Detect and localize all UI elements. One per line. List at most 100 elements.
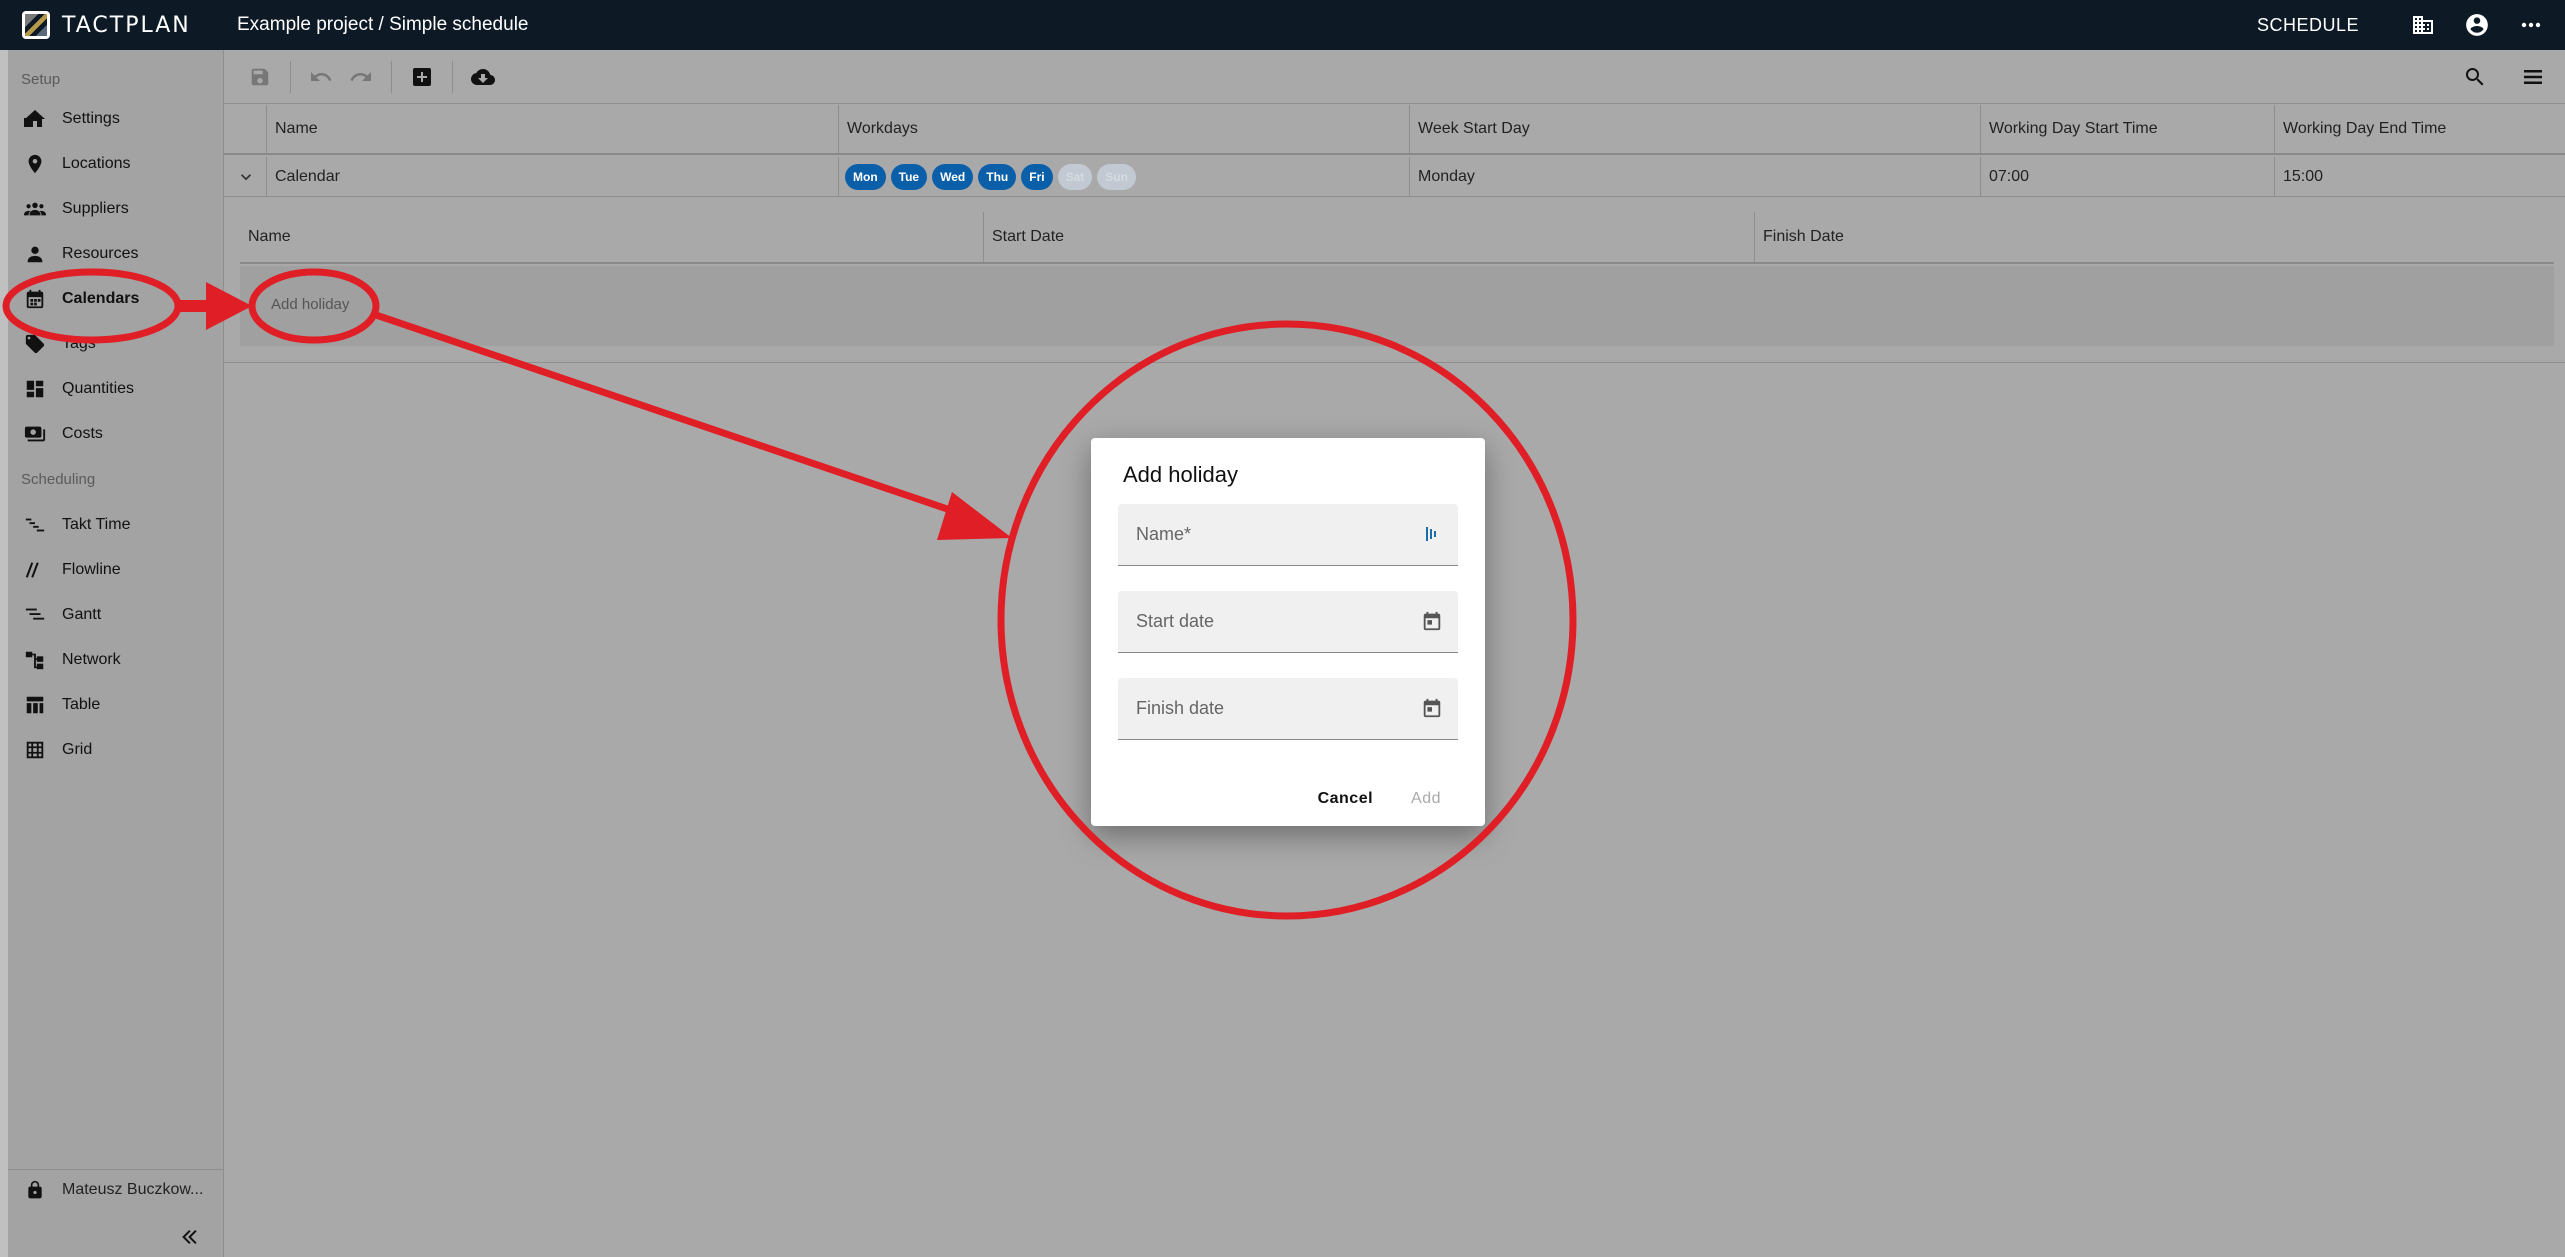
project-breadcrumb[interactable]: Example project / Simple schedule xyxy=(237,14,528,36)
calendar-picker-icon[interactable] xyxy=(1420,696,1444,720)
sidebar-item-quantities[interactable]: Quantities xyxy=(8,366,223,411)
end-time-value[interactable]: 15:00 xyxy=(2274,157,2565,196)
column-header-workdays[interactable]: Workdays xyxy=(838,105,1409,153)
takt-icon xyxy=(22,512,48,538)
more-horizontal-icon[interactable] xyxy=(2511,5,2551,45)
column-header-name[interactable]: Name xyxy=(266,105,838,153)
cancel-button[interactable]: Cancel xyxy=(1318,790,1373,808)
cloud-download-icon[interactable] xyxy=(463,57,503,97)
account-circle-icon[interactable] xyxy=(2457,5,2497,45)
workday-wed[interactable]: Wed xyxy=(932,163,974,190)
sidebar-item-label: Flowline xyxy=(62,560,121,578)
sidebar-item-table[interactable]: Table xyxy=(8,682,223,727)
sidebar-item-label: Costs xyxy=(62,424,103,442)
workday-tue[interactable]: Tue xyxy=(890,163,928,190)
workday-sun[interactable]: Sun xyxy=(1097,163,1136,190)
collapse-sidebar-icon[interactable] xyxy=(173,1219,209,1255)
start-date-field[interactable]: Start date xyxy=(1118,591,1458,653)
week-start-value[interactable]: Monday xyxy=(1409,157,1980,196)
grid-icon xyxy=(22,737,48,763)
undo-icon[interactable] xyxy=(301,57,341,97)
sidebar-section-scheduling: Scheduling xyxy=(21,470,96,488)
toolbar xyxy=(224,50,2565,104)
network-icon xyxy=(22,647,48,673)
sidebar-item-gantt[interactable]: Gantt xyxy=(8,592,223,637)
sidebar-item-suppliers[interactable]: Suppliers xyxy=(8,186,223,231)
calendar-name[interactable]: Calendar xyxy=(266,157,838,196)
column-header-end-time[interactable]: Working Day End Time xyxy=(2274,105,2565,153)
gantt-icon xyxy=(22,602,48,628)
holiday-table-header: Name Start Date Finish Date xyxy=(240,212,2554,264)
group-icon xyxy=(22,196,48,222)
workday-thu[interactable]: Thu xyxy=(978,163,1017,190)
start-time-value[interactable]: 07:00 xyxy=(1980,157,2274,196)
sidebar-item-locations[interactable]: Locations xyxy=(8,141,223,186)
window-edge xyxy=(0,50,8,1257)
workdays-cell: Mon Tue Wed Thu Fri Sat Sun xyxy=(838,157,1409,196)
sidebar-item-label: Resources xyxy=(62,244,139,262)
table-row[interactable]: Calendar Mon Tue Wed Thu Fri Sat Sun Mon… xyxy=(224,157,2565,197)
holiday-add-row: Add holiday xyxy=(240,266,2554,346)
holiday-name-field[interactable]: Name* xyxy=(1118,504,1458,566)
calendar-icon xyxy=(22,286,48,312)
column-header-start-time[interactable]: Working Day Start Time xyxy=(1980,105,2274,153)
sidebar-item-label: Settings xyxy=(62,109,120,127)
toolbar-divider xyxy=(290,60,291,93)
flowline-icon xyxy=(22,557,48,583)
app-header: TACTPLAN Example project / Simple schedu… xyxy=(0,0,2565,50)
sidebar-item-takt-time[interactable]: Takt Time xyxy=(8,502,223,547)
start-date-placeholder: Start date xyxy=(1136,611,1215,631)
sidebar-item-grid[interactable]: Grid xyxy=(8,727,223,772)
workday-mon[interactable]: Mon xyxy=(845,163,886,190)
sidebar-item-label: Table xyxy=(62,695,101,713)
user-account-row[interactable]: Mateusz Buczkow... xyxy=(8,1169,223,1209)
calendar-table-header: Name Workdays Week Start Day Working Day… xyxy=(224,105,2565,155)
autofill-icon[interactable] xyxy=(1420,522,1444,546)
sidebar-item-flowline[interactable]: Flowline xyxy=(8,547,223,592)
redo-icon[interactable] xyxy=(341,57,381,97)
sidebar-item-label: Quantities xyxy=(62,379,135,397)
toolbar-divider xyxy=(391,60,392,93)
table-icon xyxy=(22,692,48,718)
logo-mark-icon xyxy=(22,11,50,39)
building-icon[interactable] xyxy=(2403,5,2443,45)
sidebar-item-label: Suppliers xyxy=(62,199,129,217)
workday-sat[interactable]: Sat xyxy=(1057,163,1093,190)
name-placeholder: Name* xyxy=(1136,524,1192,544)
money-icon xyxy=(22,421,48,447)
sidebar-section-setup: Setup xyxy=(21,70,61,88)
lock-icon xyxy=(22,1179,48,1201)
save-icon[interactable] xyxy=(240,57,280,97)
sidebar-item-tags[interactable]: Tags xyxy=(8,321,223,366)
sidebar-item-calendars[interactable]: Calendars xyxy=(8,276,223,321)
divider xyxy=(224,362,2565,363)
person-icon xyxy=(22,241,48,267)
column-header-start-date[interactable]: Start Date xyxy=(983,212,1754,262)
add-holiday-link[interactable]: Add holiday xyxy=(271,296,349,313)
user-name: Mateusz Buczkow... xyxy=(62,1180,204,1198)
sidebar-item-costs[interactable]: Costs xyxy=(8,411,223,456)
sidebar: Setup Settings Locations Suppliers Resou… xyxy=(8,50,224,1257)
search-icon[interactable] xyxy=(2455,57,2495,97)
sidebar-item-resources[interactable]: Resources xyxy=(8,231,223,276)
home-icon xyxy=(22,106,48,132)
finish-date-field[interactable]: Finish date xyxy=(1118,678,1458,740)
add-box-icon[interactable] xyxy=(402,57,442,97)
toolbar-divider xyxy=(452,60,453,93)
sidebar-item-network[interactable]: Network xyxy=(8,637,223,682)
calendar-picker-icon[interactable] xyxy=(1420,609,1444,633)
workday-fri[interactable]: Fri xyxy=(1021,163,1053,190)
menu-icon[interactable] xyxy=(2513,57,2553,97)
logo-text: TACTPLAN xyxy=(62,12,191,38)
column-header-week-start[interactable]: Week Start Day xyxy=(1409,105,1980,153)
sidebar-item-settings[interactable]: Settings xyxy=(8,96,223,141)
sidebar-item-label: Takt Time xyxy=(62,515,131,533)
sidebar-item-label: Network xyxy=(62,650,121,668)
column-header-holiday-name[interactable]: Name xyxy=(240,212,983,262)
add-button[interactable]: Add xyxy=(1411,790,1441,808)
sidebar-item-label: Tags xyxy=(62,334,96,352)
schedule-mode-label[interactable]: SCHEDULE xyxy=(2257,15,2359,36)
column-header-finish-date[interactable]: Finish Date xyxy=(1754,212,2554,262)
expand-chevron-icon[interactable] xyxy=(234,165,258,189)
app-logo[interactable]: TACTPLAN xyxy=(22,11,237,39)
